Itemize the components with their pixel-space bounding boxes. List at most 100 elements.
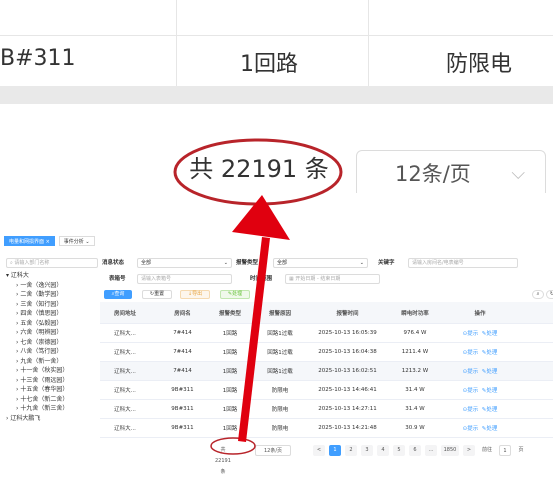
zoom-cell-room: B#311 bbox=[0, 46, 76, 71]
pager-suffix: 页 bbox=[518, 447, 524, 453]
column-header[interactable]: 报警原因 bbox=[250, 302, 310, 323]
tree-node-root[interactable]: ▾ 辽科大 bbox=[6, 271, 98, 281]
row-actions: ⊙提示 ✎处理 bbox=[445, 381, 515, 399]
pager-size-select[interactable]: 12条/页 bbox=[255, 445, 291, 456]
refresh-table-button[interactable]: ↻ bbox=[546, 290, 553, 299]
handle-link[interactable]: ✎处理 bbox=[482, 348, 498, 356]
handle-link[interactable]: ✎处理 bbox=[482, 405, 498, 413]
remind-link[interactable]: ⊙提示 bbox=[463, 386, 479, 394]
chevron-down-icon: ⌄ bbox=[223, 260, 228, 266]
table-cell: 回路1过载 bbox=[267, 350, 293, 356]
reset-button[interactable]: ↻重置 bbox=[142, 290, 172, 299]
table-cell: 2025-10-13 14:27:11 bbox=[318, 406, 377, 412]
tree-node-child[interactable]: › 七舍（崇德园） bbox=[6, 338, 98, 348]
pager-page[interactable]: 1850 bbox=[441, 445, 459, 456]
tree-node-child[interactable]: › 十一舍（秋实园） bbox=[6, 366, 98, 376]
pager-prev[interactable]: < bbox=[313, 445, 325, 456]
pager-page[interactable]: 2 bbox=[345, 445, 357, 456]
table-cell: 9B#311 bbox=[171, 406, 194, 412]
remind-link[interactable]: ⊙提示 bbox=[463, 348, 479, 356]
meter-input[interactable]: 请输入表箱号 bbox=[137, 274, 232, 284]
table-row[interactable]: 辽科大... 9B#311 1回路 防限电 2025-10-13 14:21:48 30.… bbox=[100, 419, 553, 438]
tree-node-child[interactable]: › 十九舍（新三舍） bbox=[6, 404, 98, 414]
table-cell: 976.4 W bbox=[403, 330, 427, 336]
chevron-down-icon: ⌄ bbox=[359, 260, 364, 266]
tree-node-child[interactable]: › 六舍（明辨园） bbox=[6, 328, 98, 338]
handle-link[interactable]: ✎处理 bbox=[482, 329, 498, 337]
table-cell: 2025-10-13 16:05:39 bbox=[318, 330, 377, 336]
row-actions: ⊙提示 ✎处理 bbox=[445, 343, 515, 361]
tab-bar: 电量和网损界面 × 事件分析 ⌄ bbox=[4, 236, 95, 248]
table-row[interactable]: 辽科大... 7#414 1回路 回路1过载 2025-10-13 16:04:38 12… bbox=[100, 343, 553, 362]
tree-node-root2[interactable]: › 辽科大鹏飞 bbox=[6, 414, 98, 424]
tree-node-child[interactable]: › 八舍（笃行园） bbox=[6, 347, 98, 357]
handle-button[interactable]: ✎处理 bbox=[220, 290, 250, 299]
zoom-page-size-select[interactable]: 12条/页 ⌵ bbox=[356, 150, 546, 193]
tree-node-child[interactable]: › 三舍（知行园） bbox=[6, 300, 98, 310]
tree-node-child[interactable]: › 十七舍（新二舍） bbox=[6, 395, 98, 405]
pager-page[interactable]: 1 bbox=[329, 445, 341, 456]
zoom-page-size-label: 12条/页 bbox=[395, 162, 471, 186]
time-range-picker[interactable]: ▦ 开始日期 - 结束日期 bbox=[285, 274, 380, 284]
tree-search-input[interactable]: ⌕ 请输入部门名称 bbox=[6, 258, 98, 268]
table-cell: 防限电 bbox=[271, 426, 289, 432]
pager-page[interactable]: ... bbox=[425, 445, 437, 456]
table-cell: 1回路 bbox=[222, 350, 238, 356]
pager-goto-input[interactable]: 1 bbox=[499, 445, 511, 456]
tree-node-child[interactable]: › 十三舍（雨远园） bbox=[6, 376, 98, 386]
table-row[interactable]: 辽科大... 7#414 1回路 回路1过载 2025-10-13 16:02:51 12… bbox=[100, 362, 553, 381]
search-button[interactable]: ⌕查询 bbox=[104, 290, 132, 299]
alarm-type-select[interactable]: 全部 ⌄ bbox=[273, 258, 368, 268]
keyword-input[interactable]: 请输入房间名/电表编号 bbox=[408, 258, 518, 268]
zoom-row-top bbox=[0, 0, 553, 36]
tree-node-child[interactable]: › 十五舍（春华园） bbox=[6, 385, 98, 395]
table-row[interactable]: 辽科大... 9B#311 1回路 防限电 2025-10-13 14:27:11 31.… bbox=[100, 400, 553, 419]
search-toggle-button[interactable]: ⌕ bbox=[532, 290, 544, 299]
tree-node-child[interactable]: › 九舍（新一舍） bbox=[6, 357, 98, 367]
department-tree: ⌕ 请输入部门名称 ▾ 辽科大 › 一舍（逸兴园） › 二舍（勤学园） › 三舍（知… bbox=[6, 258, 98, 458]
pager-page[interactable]: 6 bbox=[409, 445, 421, 456]
handle-link[interactable]: ✎处理 bbox=[482, 386, 498, 394]
pager-next[interactable]: > bbox=[463, 445, 475, 456]
table-row[interactable]: 辽科大... 9B#311 1回路 防限电 2025-10-13 14:46:41 31.… bbox=[100, 381, 553, 400]
pager-page[interactable]: 4 bbox=[377, 445, 389, 456]
handle-link[interactable]: ✎处理 bbox=[482, 424, 498, 432]
status-select[interactable]: 全部 ⌄ bbox=[137, 258, 232, 268]
column-header[interactable]: 报警类型 bbox=[210, 302, 250, 323]
handle-link[interactable]: ✎处理 bbox=[482, 367, 498, 375]
row-actions: ⊙提示 ✎处理 bbox=[445, 324, 515, 342]
column-header[interactable]: 瞬电时功率 bbox=[385, 302, 445, 323]
remind-link[interactable]: ⊙提示 bbox=[463, 405, 479, 413]
table-cell: 2025-10-13 16:02:51 bbox=[318, 368, 377, 374]
pager-page[interactable]: 5 bbox=[393, 445, 405, 456]
pager-page[interactable]: 3 bbox=[361, 445, 373, 456]
tree-node-child[interactable]: › 二舍（勤学园） bbox=[6, 290, 98, 300]
table-cell: 2025-10-13 14:21:48 bbox=[318, 425, 377, 431]
zoomed-detail: B#311 1回路 防限电 共 22191 条 12条/页 ⌵ bbox=[0, 0, 553, 193]
export-button[interactable]: ↓导出 bbox=[180, 290, 210, 299]
zoom-cell-reason: 防限电 bbox=[446, 52, 513, 77]
tab-energy[interactable]: 电量和网损界面 × bbox=[4, 236, 55, 246]
column-header[interactable]: 报警时间 bbox=[310, 302, 385, 323]
column-header[interactable]: 房间地址 bbox=[100, 302, 150, 323]
table-row[interactable]: 辽科大... 7#414 1回路 回路1过载 2025-10-13 16:05:39 97… bbox=[100, 324, 553, 343]
table-cell: 1回路 bbox=[222, 407, 238, 413]
table-cell: 1回路 bbox=[222, 331, 238, 337]
tree-node-child[interactable]: › 四舍（慎思园） bbox=[6, 309, 98, 319]
remind-link[interactable]: ⊙提示 bbox=[463, 367, 479, 375]
table-cell: 2025-10-13 16:04:38 bbox=[318, 349, 377, 355]
tree-node-child[interactable]: › 五舍（弘毅园） bbox=[6, 319, 98, 329]
column-header[interactable]: 操作 bbox=[445, 302, 515, 323]
table-cell: 9B#311 bbox=[171, 425, 194, 431]
tab-event-analysis[interactable]: 事件分析 ⌄ bbox=[58, 236, 95, 246]
remind-link[interactable]: ⊙提示 bbox=[463, 424, 479, 432]
table-cell: 7#414 bbox=[173, 330, 192, 336]
column-header[interactable]: 房间名 bbox=[155, 302, 210, 323]
table-cell: 1回路 bbox=[222, 369, 238, 375]
table-cell: 7#414 bbox=[173, 349, 192, 355]
table-cell: 辽科大... bbox=[114, 369, 136, 375]
tree-node-child[interactable]: › 一舍（逸兴园） bbox=[6, 281, 98, 291]
app-screenshot: 电量和网损界面 × 事件分析 ⌄ ⌕ 请输入部门名称 ▾ 辽科大 › 一舍（逸兴… bbox=[0, 232, 553, 475]
remind-link[interactable]: ⊙提示 bbox=[463, 329, 479, 337]
table-cell: 31.4 W bbox=[405, 387, 425, 393]
